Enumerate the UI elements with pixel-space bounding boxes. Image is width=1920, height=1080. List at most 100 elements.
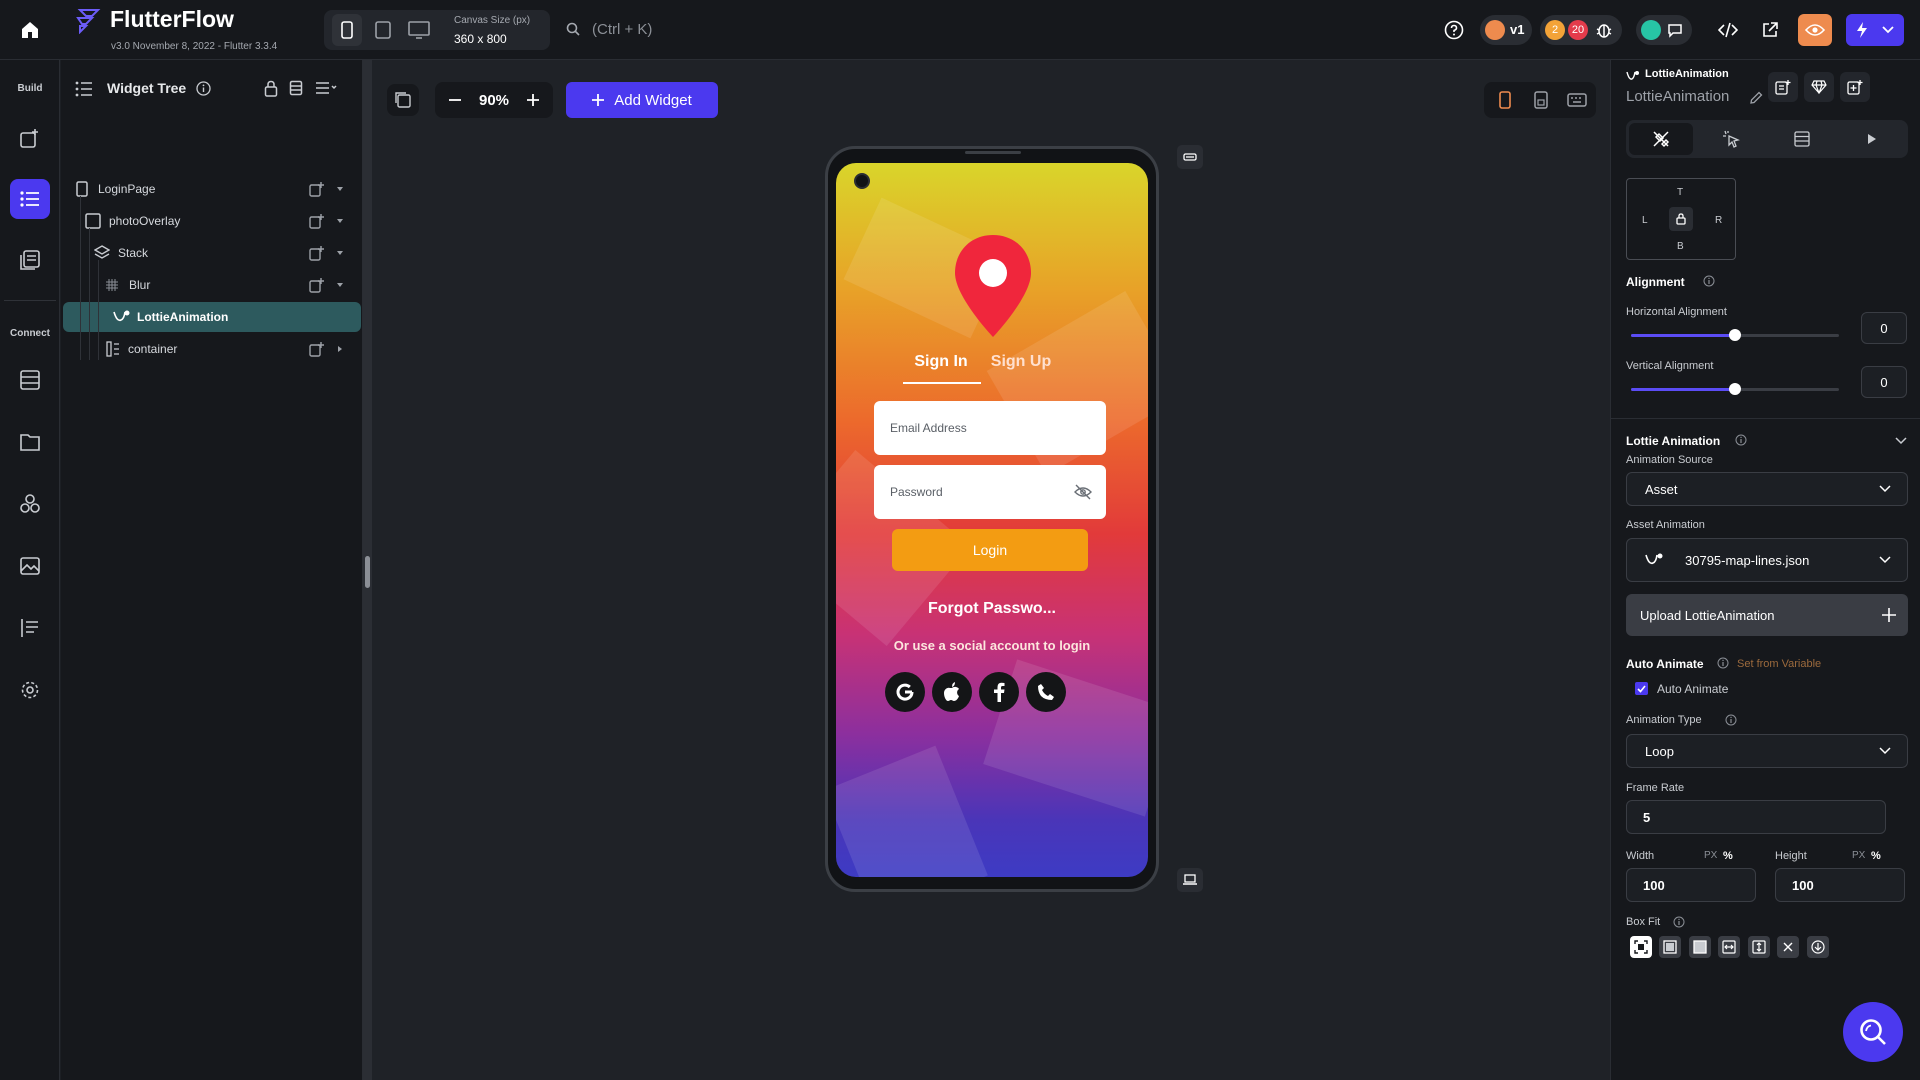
visibility-off-icon[interactable] (1074, 484, 1092, 500)
height-unit-percent[interactable]: % (1871, 850, 1881, 862)
media-assets-rail-button[interactable] (10, 546, 50, 586)
info-icon[interactable] (1717, 657, 1729, 669)
info-icon[interactable] (1735, 434, 1747, 446)
horizontal-alignment-input[interactable]: 0 (1861, 312, 1907, 344)
asset-animation-dropdown[interactable]: 30795-map-lines.json (1626, 538, 1908, 582)
info-icon[interactable] (1703, 275, 1715, 287)
box-fit-contain-button[interactable] (1630, 936, 1652, 958)
tab-backend-query[interactable] (1770, 123, 1834, 155)
chevron-down-icon[interactable] (1895, 437, 1907, 445)
code-icon[interactable] (1716, 18, 1740, 42)
integrations-rail-button[interactable] (10, 484, 50, 524)
add-widget-rail-button[interactable] (10, 118, 50, 158)
chevron-down-icon[interactable] (1880, 22, 1896, 38)
home-icon[interactable] (0, 0, 60, 60)
portrait-mode-button[interactable] (1490, 86, 1520, 114)
tree-item-loginpage[interactable]: LoginPage (61, 174, 363, 204)
settings-rail-button[interactable] (10, 670, 50, 710)
info-icon[interactable] (1673, 916, 1685, 928)
auto-animate-checkbox-label[interactable]: Auto Animate (1657, 682, 1728, 696)
desktop-device-button[interactable] (404, 14, 434, 46)
height-input[interactable]: 100 (1775, 868, 1905, 902)
issues-badge[interactable]: 2 20 (1540, 15, 1622, 45)
keyboard-mode-button[interactable] (1562, 86, 1592, 114)
animation-source-dropdown[interactable]: Asset (1626, 472, 1908, 506)
info-icon[interactable] (1725, 714, 1737, 726)
padding-box[interactable]: T L R B (1626, 178, 1736, 260)
canvas-size-value[interactable]: 360 x 800 (454, 32, 507, 46)
row-menu-icon[interactable] (336, 282, 344, 288)
preview-eye-button[interactable] (1798, 14, 1832, 46)
copy-widget-button[interactable] (1768, 72, 1798, 102)
panel-splitter[interactable] (363, 60, 372, 1080)
landscape-mode-button[interactable] (1526, 86, 1556, 114)
diamond-button[interactable] (1804, 72, 1834, 102)
auto-animate-checkbox[interactable] (1635, 682, 1648, 695)
email-field[interactable]: Email Address (874, 401, 1106, 455)
app-details-rail-button[interactable] (10, 608, 50, 648)
lock-icon[interactable] (264, 80, 278, 97)
status-group[interactable] (1636, 15, 1692, 45)
collapse-icon[interactable] (289, 80, 303, 96)
canvas-settings-button[interactable] (387, 84, 419, 116)
row-menu-icon[interactable] (336, 218, 344, 224)
forgot-password-link[interactable]: Forgot Passwo... (836, 600, 1148, 618)
storyboard-rail-button[interactable] (10, 240, 50, 280)
animation-type-dropdown[interactable]: Loop (1626, 734, 1908, 768)
vertical-alignment-knob[interactable] (1729, 383, 1741, 395)
filter-icon[interactable] (315, 81, 337, 95)
box-fit-fill-button[interactable] (1689, 936, 1711, 958)
apple-button[interactable] (932, 672, 972, 712)
horizontal-alignment-knob[interactable] (1729, 329, 1741, 341)
row-expand-icon[interactable] (337, 345, 343, 353)
splitter-handle[interactable] (365, 556, 370, 588)
wrap-widget-button[interactable] (1840, 72, 1870, 102)
tab-sign-up[interactable]: Sign Up (986, 353, 1056, 371)
set-from-variable-link[interactable]: Set from Variable (1737, 658, 1821, 670)
widget-tree-rail-button[interactable] (10, 179, 50, 219)
row-menu-icon[interactable] (336, 250, 344, 256)
help-icon[interactable] (1442, 18, 1466, 42)
add-child-icon[interactable] (309, 341, 325, 357)
storage-rail-button[interactable] (10, 422, 50, 462)
search-fab[interactable] (1843, 1002, 1903, 1062)
padding-lock-button[interactable] (1669, 207, 1693, 231)
tab-sign-in[interactable]: Sign In (906, 353, 976, 371)
box-fit-none-button[interactable] (1777, 936, 1799, 958)
tree-item-photooverlay[interactable]: photoOverlay (61, 206, 363, 236)
database-rail-button[interactable] (10, 360, 50, 400)
vertical-alignment-input[interactable]: 0 (1861, 366, 1907, 398)
tab-animations[interactable] (1840, 123, 1904, 155)
width-unit-percent[interactable]: % (1723, 850, 1733, 862)
widget-name[interactable]: LottieAnimation (1626, 88, 1729, 105)
password-field[interactable]: Password (874, 465, 1106, 519)
version-badge[interactable]: v1 (1480, 15, 1532, 45)
edit-icon[interactable] (1749, 91, 1763, 105)
box-fit-scale-down-button[interactable] (1807, 936, 1829, 958)
box-fit-cover-button[interactable] (1659, 936, 1681, 958)
open-external-icon[interactable] (1758, 18, 1782, 42)
add-child-icon[interactable] (309, 245, 325, 261)
add-child-icon[interactable] (309, 213, 325, 229)
search-hint[interactable]: (Ctrl + K) (592, 21, 652, 38)
box-fit-width-button[interactable] (1718, 936, 1740, 958)
info-icon[interactable] (196, 81, 211, 96)
zoom-in-button[interactable] (521, 88, 545, 112)
tab-properties[interactable] (1629, 123, 1693, 155)
tree-item-lottieanimation[interactable]: LottieAnimation (63, 302, 361, 332)
height-unit-px[interactable]: PX (1852, 850, 1865, 861)
device-top-toggle[interactable] (1177, 145, 1203, 169)
device-bottom-toggle[interactable] (1177, 868, 1203, 892)
tab-actions[interactable] (1699, 123, 1763, 155)
box-fit-height-button[interactable] (1748, 936, 1770, 958)
row-menu-icon[interactable] (336, 186, 344, 192)
facebook-button[interactable] (979, 672, 1019, 712)
login-button[interactable]: Login (892, 529, 1088, 571)
mobile-device-button[interactable] (332, 14, 362, 46)
search-icon[interactable] (564, 20, 582, 38)
upload-lottie-button[interactable]: Upload LottieAnimation (1626, 594, 1908, 636)
width-unit-px[interactable]: PX (1704, 850, 1717, 861)
tablet-device-button[interactable] (368, 14, 398, 46)
add-child-icon[interactable] (309, 181, 325, 197)
width-input[interactable]: 100 (1626, 868, 1756, 902)
